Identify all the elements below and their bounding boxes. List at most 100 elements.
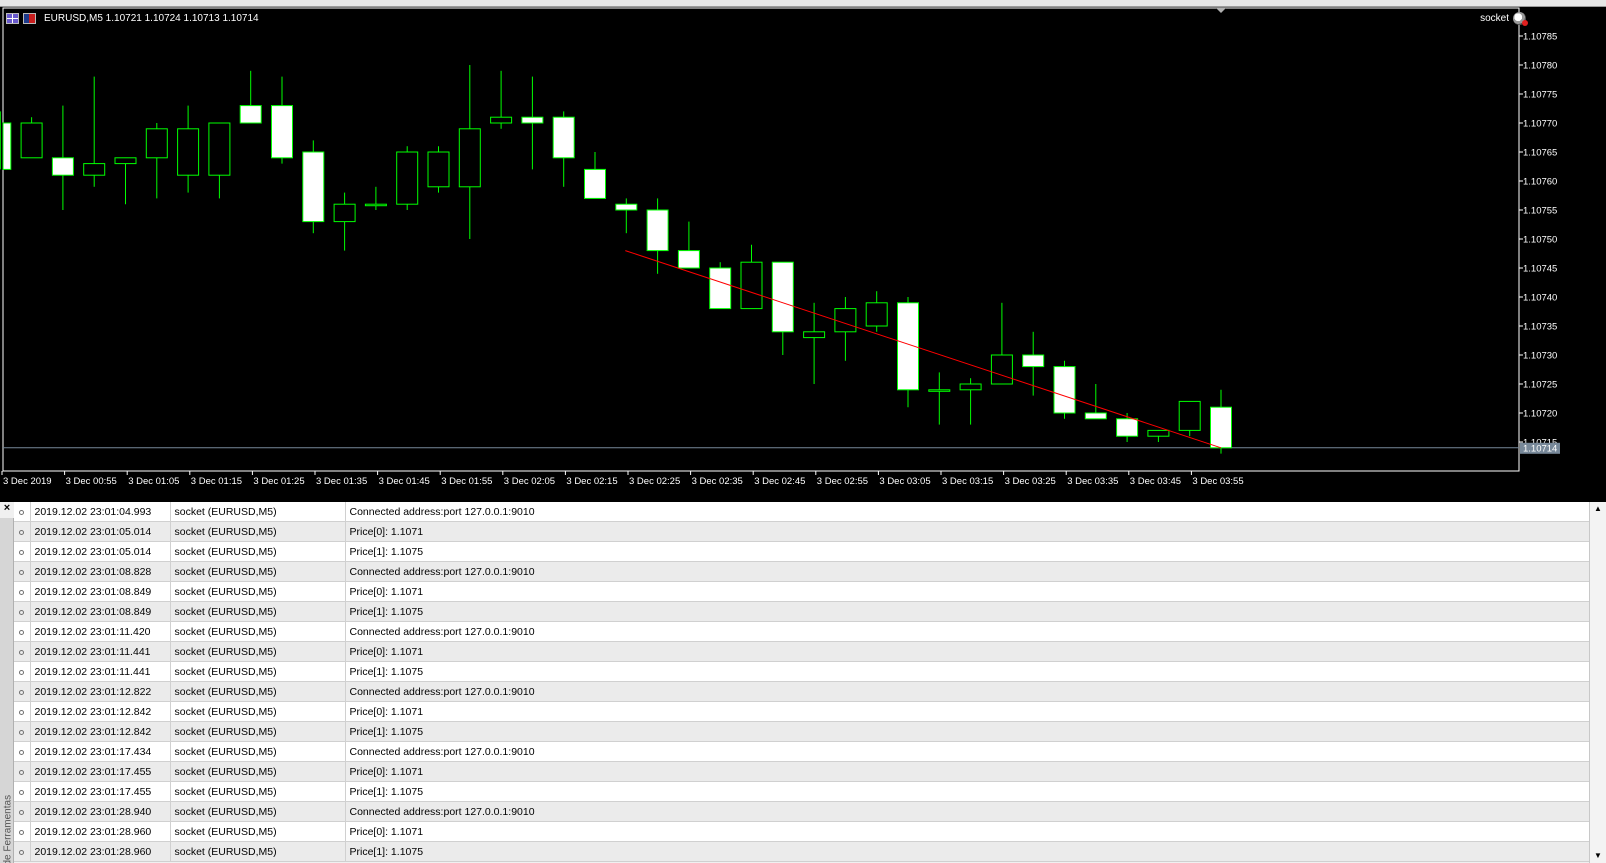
time-axis-label: 3 Dec 03:05 <box>879 476 930 487</box>
log-source: socket (EURUSD,M5) <box>170 781 346 802</box>
time-axis-label: 3 Dec 2019 <box>3 476 52 487</box>
time-axis-label: 3 Dec 03:45 <box>1130 476 1181 487</box>
log-time: 2019.12.02 23:01:11.441 <box>30 641 171 662</box>
ea-status-icon[interactable] <box>1513 12 1528 26</box>
log-row[interactable]: 2019.12.02 23:01:08.828 socket (EURUSD,M5… <box>14 561 1592 582</box>
price-axis-label: 1.10735 <box>1523 322 1557 333</box>
log-scrollbar[interactable]: ▲ ▼ <box>1589 502 1606 863</box>
candle[interactable] <box>208 122 231 199</box>
scroll-up-button[interactable]: ▲ <box>1590 502 1606 516</box>
chart-menu-icon[interactable] <box>6 12 19 24</box>
candle[interactable] <box>20 117 43 159</box>
log-row[interactable]: 2019.12.02 23:01:04.993 socket (EURUSD,M5… <box>14 502 1592 522</box>
log-source: socket (EURUSD,M5) <box>170 821 346 842</box>
toolbox-side-tab[interactable]: de Ferramentas <box>0 518 14 863</box>
log-row[interactable]: 2019.12.02 23:01:17.434 socket (EURUSD,M5… <box>14 741 1592 762</box>
log-row[interactable]: 2019.12.02 23:01:05.014 socket (EURUSD,M5… <box>14 521 1592 542</box>
log-message: Price[1]: 1.1075 <box>345 541 1592 562</box>
candle[interactable] <box>521 76 544 170</box>
log-row[interactable]: 2019.12.02 23:01:08.849 socket (EURUSD,M5… <box>14 601 1592 622</box>
candle[interactable] <box>1147 429 1170 442</box>
candle-body <box>271 105 293 159</box>
log-source: socket (EURUSD,M5) <box>170 841 346 862</box>
candle-body <box>615 203 638 211</box>
price-axis-label: 1.10725 <box>1523 380 1557 391</box>
candle[interactable] <box>709 262 732 310</box>
candle[interactable] <box>0 111 12 170</box>
candle[interactable] <box>51 105 74 210</box>
candle[interactable] <box>928 372 951 425</box>
ea-name: socket <box>1480 13 1509 24</box>
price-axis-label: 1.10760 <box>1523 177 1557 188</box>
candle[interactable] <box>677 221 700 269</box>
log-row[interactable]: 2019.12.02 23:01:28.940 socket (EURUSD,M5… <box>14 801 1592 822</box>
candle[interactable] <box>333 192 356 251</box>
candle[interactable] <box>959 378 982 425</box>
candle[interactable] <box>458 65 481 239</box>
candlestick-chart[interactable]: 1.10785 1.10780 1.10775 1.10770 1.10765 1.107… <box>0 0 1606 502</box>
candle[interactable] <box>1053 360 1076 419</box>
candle-body <box>928 389 951 392</box>
log-row[interactable]: 2019.12.02 23:01:11.441 socket (EURUSD,M5… <box>14 641 1592 662</box>
log-row[interactable]: 2019.12.02 23:01:11.441 socket (EURUSD,M5… <box>14 661 1592 682</box>
log-row[interactable]: 2019.12.02 23:01:12.822 socket (EURUSD,M5… <box>14 681 1592 702</box>
log-row[interactable]: 2019.12.02 23:01:08.849 socket (EURUSD,M5… <box>14 581 1592 602</box>
price-axis-label: 1.10775 <box>1523 90 1557 101</box>
log-message: Price[0]: 1.1071 <box>345 521 1592 542</box>
candle[interactable] <box>302 140 325 234</box>
trendline[interactable] <box>625 250 1222 449</box>
candle-body <box>552 116 575 159</box>
log-message: Price[0]: 1.1071 <box>345 821 1592 842</box>
candle[interactable] <box>364 186 387 210</box>
log-time: 2019.12.02 23:01:05.014 <box>30 541 171 562</box>
log-row[interactable]: 2019.12.02 23:01:11.420 socket (EURUSD,M5… <box>14 621 1592 642</box>
candle[interactable] <box>1116 413 1139 442</box>
candle[interactable] <box>271 76 293 164</box>
candle[interactable] <box>834 297 857 361</box>
log-row[interactable]: 2019.12.02 23:01:28.960 socket (EURUSD,M5… <box>14 821 1592 842</box>
candle[interactable] <box>740 244 763 310</box>
candle[interactable] <box>1084 384 1107 420</box>
log-row[interactable]: 2019.12.02 23:01:28.960 socket (EURUSD,M5… <box>14 841 1592 862</box>
candle-body <box>1178 400 1201 431</box>
candle[interactable] <box>990 302 1013 385</box>
candle[interactable] <box>145 123 168 199</box>
log-row[interactable]: 2019.12.02 23:01:17.455 socket (EURUSD,M5… <box>14 781 1592 802</box>
time-axis-label: 3 Dec 00:55 <box>66 476 117 487</box>
chart-window[interactable]: 1.10785 1.10780 1.10775 1.10770 1.10765 1.107… <box>0 0 1606 502</box>
log-row[interactable]: 2019.12.02 23:01:12.842 socket (EURUSD,M5… <box>14 701 1592 722</box>
candle[interactable] <box>646 198 669 274</box>
candle[interactable] <box>396 146 419 210</box>
candle[interactable] <box>83 76 106 187</box>
candle[interactable] <box>897 297 919 408</box>
info-dot-icon <box>19 589 25 595</box>
log-time: 2019.12.02 23:01:12.842 <box>30 701 171 722</box>
candle[interactable] <box>803 302 826 384</box>
candle[interactable] <box>239 70 262 124</box>
candle[interactable] <box>114 157 137 205</box>
candle[interactable] <box>615 198 638 234</box>
log-row[interactable]: 2019.12.02 23:01:05.014 socket (EURUSD,M5… <box>14 541 1592 562</box>
candle[interactable] <box>490 70 513 129</box>
candle[interactable] <box>865 291 888 332</box>
candle[interactable] <box>584 152 606 199</box>
candle-body <box>709 267 732 310</box>
candle-body <box>584 168 606 199</box>
log-source: socket (EURUSD,M5) <box>170 641 346 662</box>
chart-shift-marker-icon[interactable] <box>1216 8 1226 13</box>
candle[interactable] <box>1210 389 1232 454</box>
candle-body <box>1022 354 1045 368</box>
candle[interactable] <box>552 111 575 187</box>
candle[interactable] <box>771 261 794 355</box>
candle[interactable] <box>177 105 200 193</box>
candle[interactable] <box>427 146 450 193</box>
scroll-down-button[interactable]: ▼ <box>1590 849 1606 863</box>
expert-advisor-label[interactable]: socket <box>1480 12 1528 26</box>
candle-body <box>771 261 794 333</box>
candle[interactable] <box>1178 400 1201 437</box>
close-icon[interactable]: × <box>1 502 13 514</box>
log-row[interactable]: 2019.12.02 23:01:12.842 socket (EURUSD,M5… <box>14 721 1592 742</box>
log-message: Connected address:port 127.0.0.1:9010 <box>345 561 1592 582</box>
info-dot-icon <box>19 629 25 635</box>
log-row[interactable]: 2019.12.02 23:01:17.455 socket (EURUSD,M5… <box>14 761 1592 782</box>
